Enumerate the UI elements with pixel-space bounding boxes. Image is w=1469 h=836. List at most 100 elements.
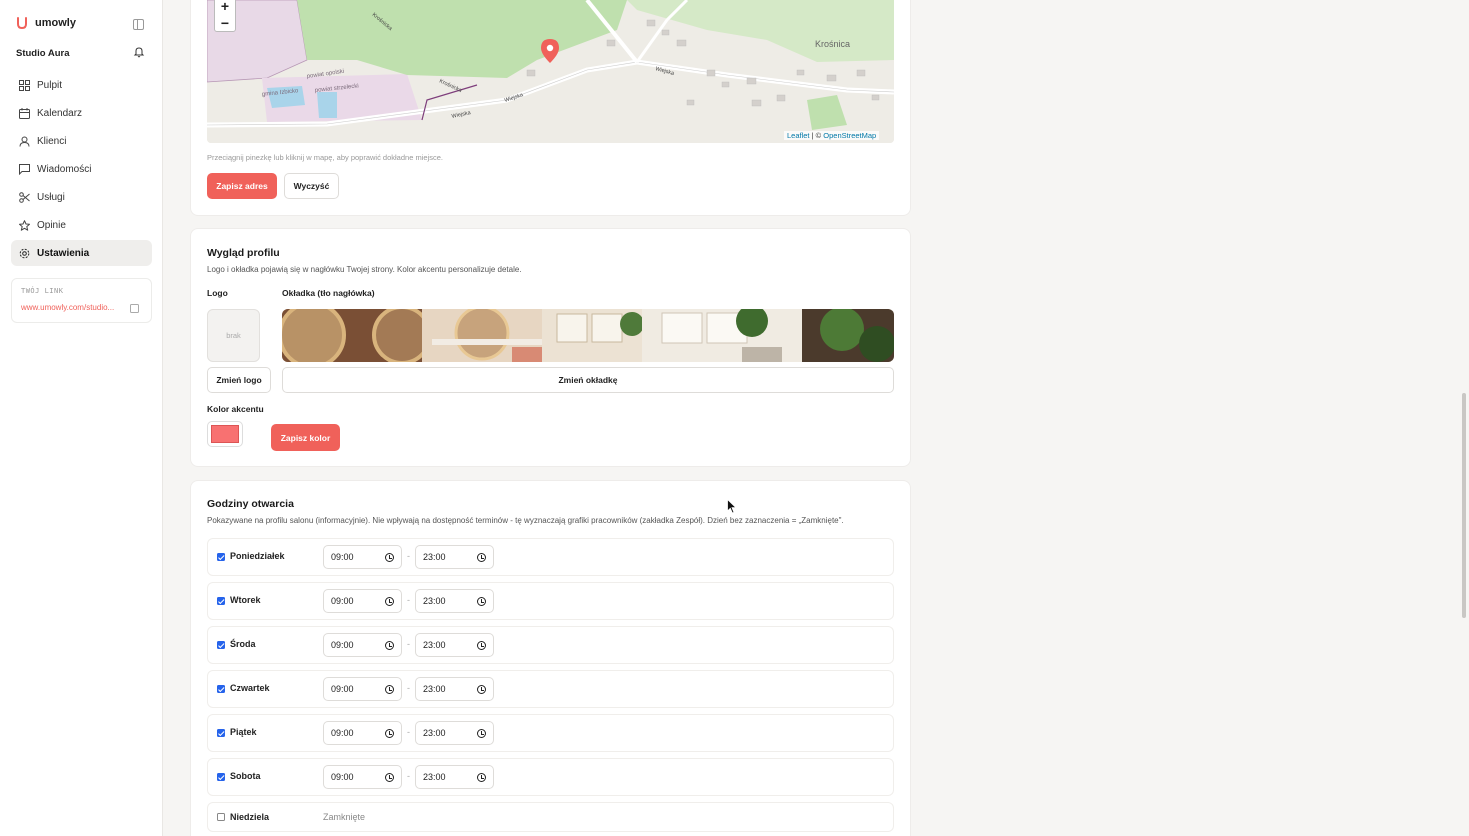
open-time-input[interactable]: 09:00	[323, 765, 402, 789]
clock-icon[interactable]	[385, 597, 394, 606]
open-time-input[interactable]: 09:00	[323, 721, 402, 745]
brand[interactable]: umowly	[16, 17, 76, 29]
open-time-value: 09:00	[331, 728, 354, 738]
map-town-label: Krośnica	[815, 39, 850, 49]
close-time-input[interactable]: 23:00	[415, 589, 494, 613]
open-time-value: 09:00	[331, 684, 354, 694]
clock-icon[interactable]	[477, 641, 486, 650]
save-color-button[interactable]: Zapisz kolor	[271, 424, 340, 451]
day-checkbox[interactable]	[217, 553, 225, 561]
clock-icon[interactable]	[385, 685, 394, 694]
day-name: Czwartek	[230, 683, 270, 693]
map-tiles: Krośnica powiat opolski gmina Izbicko po…	[207, 0, 894, 143]
collapse-sidebar-icon[interactable]	[133, 19, 144, 30]
salon-interior-image	[282, 309, 894, 362]
sidebar-item-label: Pulpit	[37, 79, 63, 91]
change-cover-button[interactable]: Zmień okładkę	[282, 367, 894, 393]
sidebar-item-kalendarz[interactable]: Kalendarz	[11, 100, 152, 126]
copy-icon[interactable]	[130, 304, 139, 313]
hours-title: Godziny otwarcia	[207, 498, 294, 510]
sidebar-item-label: Wiadomości	[37, 163, 92, 175]
open-time-input[interactable]: 09:00	[323, 545, 402, 569]
close-time-input[interactable]: 23:00	[415, 677, 494, 701]
logo-preview: brak	[207, 309, 260, 362]
clock-icon[interactable]	[385, 773, 394, 782]
map-attribution: Leaflet | © OpenStreetMap	[784, 131, 880, 140]
sidebar-item-opinie[interactable]: Opinie	[11, 212, 152, 238]
day-checkbox[interactable]	[217, 729, 225, 737]
clock-icon[interactable]	[385, 641, 394, 650]
day-checkbox[interactable]	[217, 597, 225, 605]
accent-color-picker[interactable]	[207, 421, 243, 447]
time-separator: -	[407, 551, 410, 561]
your-link-url[interactable]: www.umowly.com/studio...	[21, 303, 142, 312]
sidebar-item-label: Usługi	[37, 191, 65, 203]
day-checkbox[interactable]	[217, 773, 225, 781]
hours-description: Pokazywane na profilu salonu (informacyj…	[207, 516, 844, 525]
brand-logo-icon	[17, 17, 27, 29]
day-name: Środa	[230, 639, 256, 649]
your-link-label: TWÓJ LINK	[21, 287, 64, 295]
close-time-value: 23:00	[423, 596, 446, 606]
day-row-piatek: Piątek 09:00 - 23:00	[207, 714, 894, 752]
open-time-input[interactable]: 09:00	[323, 589, 402, 613]
time-separator: -	[407, 639, 410, 649]
day-row-poniedzialek: Poniedziałek 09:00 - 23:00	[207, 538, 894, 576]
osm-link[interactable]: OpenStreetMap	[823, 131, 876, 140]
clear-address-button[interactable]: Wyczyść	[284, 173, 339, 199]
sidebar-item-klienci[interactable]: Klienci	[11, 128, 152, 154]
clock-icon[interactable]	[477, 773, 486, 782]
save-address-button[interactable]: Zapisz adres	[207, 173, 277, 199]
clock-icon[interactable]	[385, 553, 394, 562]
change-logo-button[interactable]: Zmień logo	[207, 367, 271, 393]
message-icon	[19, 163, 30, 175]
bell-icon[interactable]	[133, 46, 145, 58]
gear-icon	[19, 248, 30, 258]
open-time-value: 09:00	[331, 596, 354, 606]
close-time-input[interactable]: 23:00	[415, 633, 494, 657]
leaflet-link[interactable]: Leaflet	[787, 131, 810, 140]
zoom-out-button[interactable]: −	[221, 15, 229, 31]
open-time-input[interactable]: 09:00	[323, 633, 402, 657]
close-time-value: 23:00	[423, 684, 446, 694]
sidebar-item-ustawienia[interactable]: Ustawienia	[11, 240, 152, 266]
profile-title: Wygląd profilu	[207, 247, 280, 259]
grid-icon	[19, 79, 30, 91]
close-time-value: 23:00	[423, 552, 446, 562]
clock-icon[interactable]	[477, 553, 486, 562]
profile-description: Logo i okładka pojawią się w nagłówku Tw…	[207, 265, 522, 274]
map-pin-icon[interactable]	[540, 38, 560, 64]
time-separator: -	[407, 683, 410, 693]
close-time-input[interactable]: 23:00	[415, 765, 494, 789]
clock-icon[interactable]	[477, 597, 486, 606]
day-row-sroda: Środa 09:00 - 23:00	[207, 626, 894, 664]
logo-label: Logo	[207, 288, 228, 298]
sidebar-item-label: Ustawienia	[37, 247, 90, 259]
clock-icon[interactable]	[477, 729, 486, 738]
day-row-niedziela: Niedziela Zamknięte	[207, 802, 894, 832]
time-separator: -	[407, 727, 410, 737]
day-name: Sobota	[230, 771, 261, 781]
sidebar-item-label: Klienci	[37, 135, 67, 147]
sidebar-item-uslugi[interactable]: Usługi	[11, 184, 152, 210]
sidebar-item-pulpit[interactable]: Pulpit	[11, 72, 152, 98]
logo-placeholder: brak	[226, 331, 241, 340]
closed-label: Zamknięte	[323, 812, 366, 822]
sidebar-item-wiadomosci[interactable]: Wiadomości	[11, 156, 152, 182]
open-time-input[interactable]: 09:00	[323, 677, 402, 701]
day-checkbox[interactable]	[217, 813, 225, 821]
day-checkbox[interactable]	[217, 641, 225, 649]
day-checkbox[interactable]	[217, 685, 225, 693]
clock-icon[interactable]	[385, 729, 394, 738]
day-row-czwartek: Czwartek 09:00 - 23:00	[207, 670, 894, 708]
zoom-in-button[interactable]: +	[221, 0, 229, 14]
page-scrollbar[interactable]	[1462, 393, 1466, 618]
location-map[interactable]: Krośnica powiat opolski gmina Izbicko po…	[207, 0, 894, 143]
clock-icon[interactable]	[477, 685, 486, 694]
close-time-input[interactable]: 23:00	[415, 545, 494, 569]
day-name: Niedziela	[230, 812, 270, 822]
day-name: Poniedziałek	[230, 551, 285, 561]
day-name: Piątek	[230, 727, 257, 737]
close-time-input[interactable]: 23:00	[415, 721, 494, 745]
day-row-sobota: Sobota 09:00 - 23:00	[207, 758, 894, 796]
